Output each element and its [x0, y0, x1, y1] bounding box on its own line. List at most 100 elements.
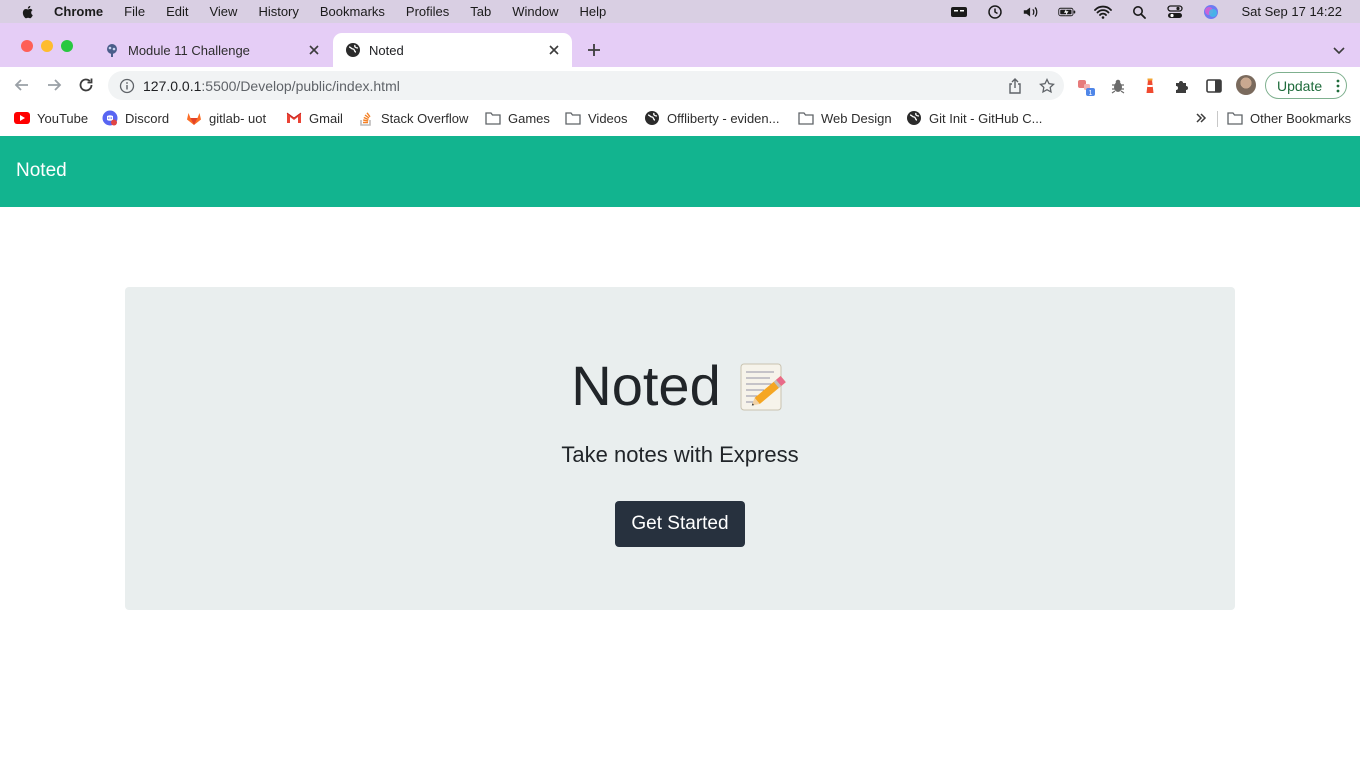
menu-file[interactable]: File: [124, 4, 145, 19]
window-minimize-button[interactable]: [41, 40, 53, 52]
new-tab-button[interactable]: [585, 41, 603, 59]
menubar-status-area: Sat Sep 17 14:22: [950, 0, 1360, 23]
bookmark-label: Web Design: [821, 110, 892, 126]
folder-icon: [1227, 110, 1243, 126]
bookmark-discord[interactable]: Discord: [102, 109, 169, 127]
window-close-button[interactable]: [21, 40, 33, 52]
bookmark-label: Discord: [125, 110, 170, 126]
bookmark-label: Git Init - GitHub C...: [929, 110, 1043, 126]
bug-icon[interactable]: [1108, 76, 1128, 96]
hero-subtitle: Take notes with Express: [561, 442, 799, 467]
volume-icon[interactable]: [1022, 5, 1040, 19]
macos-menu-bar: Chrome File Edit View History Bookmarks …: [0, 0, 1360, 23]
tab-title: Noted: [369, 42, 404, 58]
menu-view[interactable]: View: [209, 4, 237, 19]
bookmark-label: Stack Overflow: [381, 110, 469, 126]
control-center-icon[interactable]: [1166, 4, 1184, 19]
folder-icon: [798, 110, 814, 126]
apple-logo-icon[interactable]: [20, 4, 36, 20]
bookmark-label: Offliberty - eviden...: [667, 110, 780, 126]
reload-icon[interactable]: [76, 75, 96, 95]
back-arrow-icon[interactable]: [12, 75, 32, 95]
menu-window[interactable]: Window: [512, 4, 558, 19]
forward-arrow-icon[interactable]: [44, 75, 64, 95]
extensions-puzzle-icon[interactable]: [1172, 76, 1192, 96]
window-zoom-button[interactable]: [61, 40, 73, 52]
bookmark-label: Other Bookmarks: [1250, 110, 1352, 126]
bookmark-star-icon[interactable]: [1038, 77, 1056, 95]
bookmark-games[interactable]: Games: [485, 109, 550, 127]
tab-noted[interactable]: Noted: [333, 33, 572, 67]
more-vert-icon[interactable]: [1336, 78, 1340, 94]
screen-icon[interactable]: [950, 5, 968, 19]
url-path: :5500/Develop/public/index.html: [201, 77, 400, 94]
bookmark-label: Videos: [588, 110, 628, 126]
wifi-icon[interactable]: [1093, 5, 1112, 19]
get-started-button[interactable]: Get Started: [615, 501, 745, 547]
bookmarks-overflow-chevron-icon[interactable]: [1195, 109, 1207, 127]
bookmark-gmail[interactable]: Gmail: [286, 109, 343, 127]
globe-icon: [906, 110, 922, 126]
bookmark-label: YouTube: [37, 110, 89, 126]
update-button-label: Update: [1277, 77, 1323, 94]
bookmark-stack-overflow[interactable]: Stack Overflow: [358, 109, 468, 127]
time-machine-icon[interactable]: [986, 4, 1004, 19]
app-navbar: Noted: [0, 136, 1360, 207]
gmail-icon: [286, 110, 302, 126]
menubar-clock[interactable]: Sat Sep 17 14:22: [1242, 4, 1342, 19]
folder-icon: [485, 110, 501, 126]
bookmark-label: Games: [508, 110, 550, 126]
bookmark-youtube[interactable]: YouTube: [14, 109, 88, 127]
bookmark-offliberty[interactable]: Offliberty - eviden...: [644, 109, 779, 127]
tab-title: Module 11 Challenge: [128, 42, 250, 58]
extension-badge: 1: [1089, 90, 1093, 96]
discord-icon: [102, 110, 118, 126]
bookmark-videos[interactable]: Videos: [565, 109, 628, 127]
side-panel-icon[interactable]: [1204, 76, 1224, 96]
memo-icon: [740, 363, 786, 411]
navbar-brand[interactable]: Noted: [16, 160, 67, 182]
menu-app-name[interactable]: Chrome: [54, 4, 103, 19]
bookmark-gitlab[interactable]: gitlab- uot: [186, 109, 266, 127]
menu-bookmarks[interactable]: Bookmarks: [320, 4, 385, 19]
tab-search-chevron-icon[interactable]: [1332, 43, 1346, 57]
gitlab-icon: [186, 110, 202, 126]
stackoverflow-icon: [358, 110, 374, 126]
spotlight-icon[interactable]: [1130, 5, 1148, 19]
address-bar[interactable]: 127.0.0.1:5500/Develop/public/index.html: [108, 71, 1064, 100]
update-button[interactable]: Update: [1265, 72, 1347, 99]
menu-profiles[interactable]: Profiles: [406, 4, 449, 19]
repo-icon: [104, 42, 120, 58]
browser-toolbar: 127.0.0.1:5500/Develop/public/index.html…: [0, 67, 1360, 104]
siri-icon[interactable]: [1202, 4, 1220, 19]
menu-edit[interactable]: Edit: [166, 4, 188, 19]
close-icon[interactable]: [306, 42, 322, 58]
battery-icon[interactable]: [1057, 5, 1076, 19]
profile-avatar[interactable]: [1236, 75, 1256, 95]
bookmarks-divider: [1217, 111, 1218, 127]
youtube-icon: [14, 110, 30, 126]
globe-icon: [644, 110, 660, 126]
tab-module-11-challenge[interactable]: Module 11 Challenge: [92, 33, 332, 67]
bookmark-other-bookmarks[interactable]: Other Bookmarks: [1227, 109, 1351, 127]
bookmark-label: gitlab- uot: [209, 110, 267, 126]
menu-history[interactable]: History: [258, 4, 298, 19]
hero-title-row: Noted: [125, 353, 1235, 419]
bookmark-git-init[interactable]: Git Init - GitHub C...: [906, 109, 1042, 127]
folder-icon: [565, 110, 581, 126]
site-info-icon[interactable]: [119, 78, 135, 94]
bookmark-web-design[interactable]: Web Design: [798, 109, 892, 127]
bookmarks-bar: YouTube Discord gitlab- uot Gmail Stack …: [0, 104, 1360, 132]
lighthouse-icon[interactable]: [1140, 76, 1160, 96]
menu-tab[interactable]: Tab: [470, 4, 491, 19]
close-icon[interactable]: [546, 42, 562, 58]
menu-help[interactable]: Help: [580, 4, 607, 19]
bookmark-label: Gmail: [309, 110, 343, 126]
browser-tab-strip: Module 11 Challenge Noted: [0, 23, 1360, 67]
share-icon[interactable]: [1006, 77, 1024, 95]
extension-shapes-icon[interactable]: 1: [1076, 76, 1096, 96]
hero-jumbotron: Noted Take notes with Express Get Starte…: [125, 287, 1235, 610]
hero-title: Noted: [571, 354, 721, 417]
globe-icon: [345, 42, 361, 58]
url-host: 127.0.0.1: [143, 77, 202, 94]
